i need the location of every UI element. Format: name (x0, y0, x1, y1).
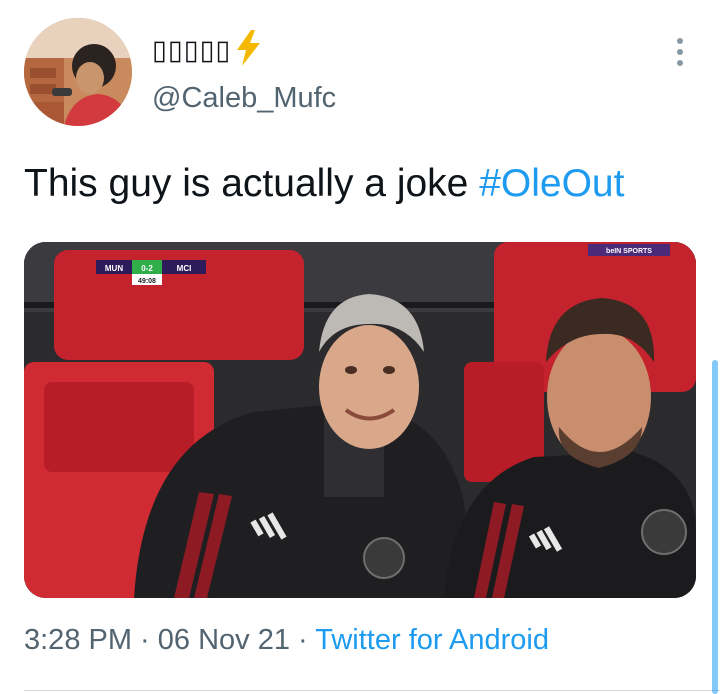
tweet-meta: 3:28 PM · 06 Nov 21 · Twitter for Androi… (24, 624, 549, 657)
meta-separator-2: · (289, 624, 316, 656)
divider (24, 690, 720, 691)
broadcaster-logo: beIN SPORTS (606, 248, 652, 255)
tweet-time[interactable]: 3:28 PM (24, 624, 132, 656)
author-avatar[interactable] (24, 18, 132, 126)
author-display-name[interactable]: ▯▯▯▯▯ (152, 35, 231, 66)
tweet-card: ▯▯▯▯▯ @Caleb_Mufc This guy is actually a… (0, 0, 720, 694)
name-row: ▯▯▯▯▯ (152, 29, 263, 71)
meta-separator: · (132, 624, 158, 656)
tweet-body-text: This guy is actually a joke (24, 162, 480, 205)
more-options-icon[interactable] (672, 36, 688, 68)
tweet-media-image[interactable]: MUN 0-2 MCI 49:08 beIN SPORTS (24, 242, 696, 598)
scoreboard-score: 0-2 (141, 264, 153, 273)
scoreboard-home: MUN (105, 264, 123, 273)
lightning-bolt-icon (233, 29, 263, 71)
avatar-photo (24, 18, 132, 126)
scoreboard-away: MCI (177, 264, 192, 273)
tweet-text: This guy is actually a joke #OleOut (24, 158, 624, 210)
tweet-date[interactable]: 06 Nov 21 (158, 624, 290, 656)
tweet-source-link[interactable]: Twitter for Android (315, 624, 549, 656)
hashtag-link[interactable]: #OleOut (479, 162, 624, 205)
author-handle[interactable]: @Caleb_Mufc (152, 82, 336, 115)
scoreboard-clock: 49:08 (138, 278, 156, 285)
scrollbar[interactable] (712, 360, 718, 694)
